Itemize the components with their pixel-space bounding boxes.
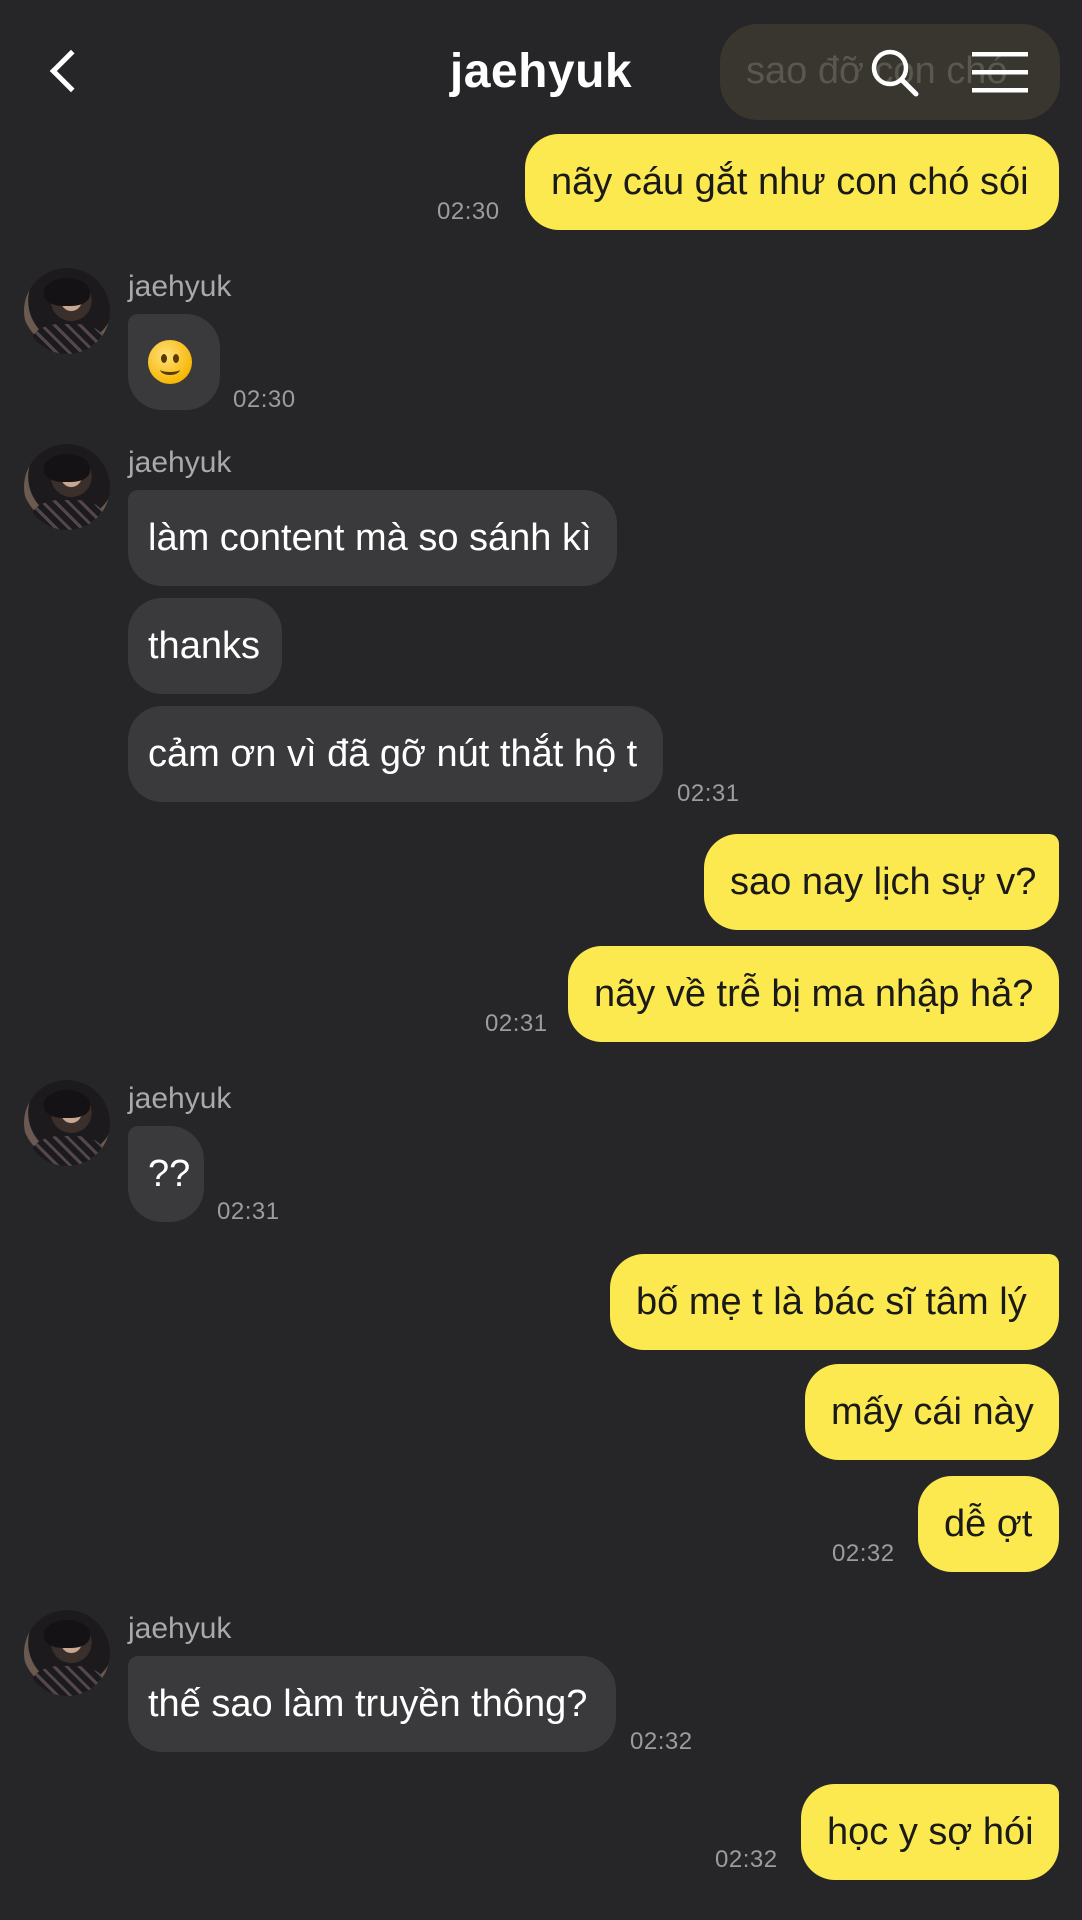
their-message-bubble[interactable] <box>128 314 220 410</box>
my-message-bubble[interactable]: nãy về trễ bị ma nhập hả? <box>568 946 1059 1042</box>
my-message-bubble[interactable]: dễ ợt <box>918 1476 1059 1572</box>
contact-avatar[interactable] <box>24 1610 110 1696</box>
message-timestamp: 02:32 <box>832 1540 895 1567</box>
contact-avatar[interactable] <box>24 1080 110 1166</box>
my-message-bubble[interactable]: bố mẹ t là bác sĩ tâm lý <box>610 1254 1059 1350</box>
my-message-bubble[interactable]: sao nay lịch sự v? <box>704 834 1059 930</box>
sender-name: jaehyuk <box>128 1612 232 1645</box>
hamburger-menu-icon[interactable] <box>972 52 1028 94</box>
search-icon[interactable] <box>870 48 920 98</box>
my-message-bubble[interactable]: nãy cáu gắt như con chó sói <box>525 134 1059 230</box>
message-timestamp: 02:32 <box>715 1846 778 1873</box>
their-message-bubble[interactable]: thế sao làm truyền thông? <box>128 1656 616 1752</box>
message-timestamp: 02:30 <box>437 198 500 225</box>
message-timestamp: 02:31 <box>485 1010 548 1037</box>
their-message-bubble[interactable]: ?? <box>128 1126 204 1222</box>
their-message-bubble[interactable]: cảm ơn vì đã gỡ nút thắt hộ t <box>128 706 663 802</box>
contact-avatar[interactable] <box>24 268 110 354</box>
sender-name: jaehyuk <box>128 1082 232 1115</box>
message-timestamp: 02:30 <box>233 386 296 413</box>
contact-avatar[interactable] <box>24 444 110 530</box>
sender-name: jaehyuk <box>128 270 232 303</box>
their-message-bubble[interactable]: làm content mà so sánh kì <box>128 490 617 586</box>
my-message-bubble[interactable]: mấy cái này <box>805 1364 1059 1460</box>
message-timestamp: 02:32 <box>630 1728 693 1755</box>
message-timestamp: 02:31 <box>217 1198 280 1225</box>
their-message-bubble[interactable]: thanks <box>128 598 282 694</box>
message-timestamp: 02:31 <box>677 780 740 807</box>
sender-name: jaehyuk <box>128 446 232 479</box>
slightly-smiling-face-icon <box>148 340 192 384</box>
my-message-bubble[interactable]: học y sợ hói <box>801 1784 1059 1880</box>
